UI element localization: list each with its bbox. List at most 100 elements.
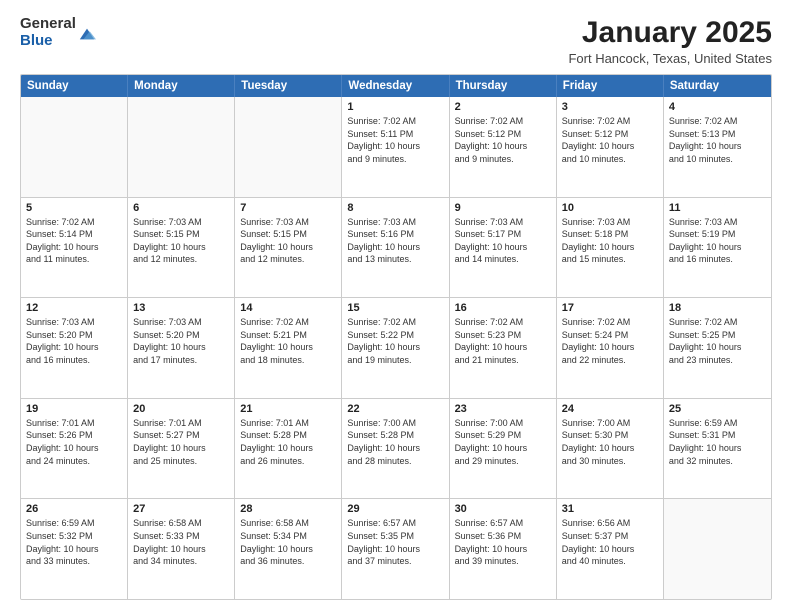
day-number: 2 (455, 101, 551, 113)
day-number: 13 (133, 302, 229, 314)
day-number: 17 (562, 302, 658, 314)
weekday-header: Thursday (450, 75, 557, 97)
cell-info: Sunrise: 7:01 AM Sunset: 5:27 PM Dayligh… (133, 417, 229, 467)
location: Fort Hancock, Texas, United States (568, 51, 772, 66)
day-number: 30 (455, 503, 551, 515)
logo: General Blue (20, 16, 96, 49)
cell-info: Sunrise: 7:02 AM Sunset: 5:11 PM Dayligh… (347, 115, 443, 165)
day-number: 23 (455, 403, 551, 415)
calendar-cell (128, 97, 235, 197)
calendar-cell (21, 97, 128, 197)
calendar-cell: 12Sunrise: 7:03 AM Sunset: 5:20 PM Dayli… (21, 298, 128, 398)
page: General Blue January 2025 Fort Hancock, … (0, 0, 792, 612)
calendar-cell: 15Sunrise: 7:02 AM Sunset: 5:22 PM Dayli… (342, 298, 449, 398)
cell-info: Sunrise: 7:03 AM Sunset: 5:17 PM Dayligh… (455, 216, 551, 266)
calendar-cell: 19 Sunrise: 7:01 AM Sunset: 5:26 PM Dayli… (21, 399, 128, 499)
cell-info: Sunrise: 7:03 AM Sunset: 5:19 PM Dayligh… (669, 216, 766, 266)
calendar-cell (664, 499, 771, 599)
calendar-row: 12Sunrise: 7:03 AM Sunset: 5:20 PM Dayli… (21, 298, 771, 399)
calendar-cell: 17 Sunrise: 7:02 AM Sunset: 5:24 PM Dayli… (557, 298, 664, 398)
calendar-cell: 13 Sunrise: 7:03 AM Sunset: 5:20 PM Dayli… (128, 298, 235, 398)
calendar-cell: 22Sunrise: 7:00 AM Sunset: 5:28 PM Dayli… (342, 399, 449, 499)
cell-info: Sunrise: 6:59 AM Sunset: 5:32 PM Dayligh… (26, 517, 122, 567)
day-number: 6 (133, 202, 229, 214)
day-number: 27 (133, 503, 229, 515)
calendar-row: 26 Sunrise: 6:59 AM Sunset: 5:32 PM Dayli… (21, 499, 771, 599)
cell-info: Sunrise: 7:03 AM Sunset: 5:20 PM Dayligh… (133, 316, 229, 366)
calendar-cell: 14Sunrise: 7:02 AM Sunset: 5:21 PM Dayli… (235, 298, 342, 398)
cell-info: Sunrise: 7:01 AM Sunset: 5:28 PM Dayligh… (240, 417, 336, 467)
weekday-header: Wednesday (342, 75, 449, 97)
cell-info: Sunrise: 6:58 AM Sunset: 5:33 PM Dayligh… (133, 517, 229, 567)
calendar-cell: 11Sunrise: 7:03 AM Sunset: 5:19 PM Dayli… (664, 198, 771, 298)
calendar-cell: 30Sunrise: 6:57 AM Sunset: 5:36 PM Dayli… (450, 499, 557, 599)
day-number: 19 (26, 403, 122, 415)
weekday-header: Monday (128, 75, 235, 97)
calendar-body: 1 Sunrise: 7:02 AM Sunset: 5:11 PM Daylig… (21, 97, 771, 599)
cell-info: Sunrise: 6:57 AM Sunset: 5:35 PM Dayligh… (347, 517, 443, 567)
cell-info: Sunrise: 7:03 AM Sunset: 5:20 PM Dayligh… (26, 316, 122, 366)
day-number: 26 (26, 503, 122, 515)
logo-general-text: General (20, 16, 76, 33)
cell-info: Sunrise: 6:59 AM Sunset: 5:31 PM Dayligh… (669, 417, 766, 467)
calendar-cell: 29Sunrise: 6:57 AM Sunset: 5:35 PM Dayli… (342, 499, 449, 599)
calendar-cell: 21 Sunrise: 7:01 AM Sunset: 5:28 PM Dayli… (235, 399, 342, 499)
cell-info: Sunrise: 7:02 AM Sunset: 5:21 PM Dayligh… (240, 316, 336, 366)
cell-info: Sunrise: 7:00 AM Sunset: 5:29 PM Dayligh… (455, 417, 551, 467)
weekday-header: Friday (557, 75, 664, 97)
day-number: 15 (347, 302, 443, 314)
day-number: 5 (26, 202, 122, 214)
cell-info: Sunrise: 7:02 AM Sunset: 5:24 PM Dayligh… (562, 316, 658, 366)
calendar-cell: 7 Sunrise: 7:03 AM Sunset: 5:15 PM Daylig… (235, 198, 342, 298)
calendar-cell: 6 Sunrise: 7:03 AM Sunset: 5:15 PM Daylig… (128, 198, 235, 298)
calendar: SundayMondayTuesdayWednesdayThursdayFrid… (20, 74, 772, 600)
calendar-cell: 1 Sunrise: 7:02 AM Sunset: 5:11 PM Daylig… (342, 97, 449, 197)
day-number: 21 (240, 403, 336, 415)
cell-info: Sunrise: 6:58 AM Sunset: 5:34 PM Dayligh… (240, 517, 336, 567)
header: General Blue January 2025 Fort Hancock, … (20, 16, 772, 66)
day-number: 1 (347, 101, 443, 113)
calendar-cell: 23 Sunrise: 7:00 AM Sunset: 5:29 PM Dayli… (450, 399, 557, 499)
weekday-header: Sunday (21, 75, 128, 97)
day-number: 7 (240, 202, 336, 214)
day-number: 22 (347, 403, 443, 415)
title-block: January 2025 Fort Hancock, Texas, United… (568, 16, 772, 66)
calendar-cell: 8Sunrise: 7:03 AM Sunset: 5:16 PM Daylig… (342, 198, 449, 298)
calendar-cell: 9 Sunrise: 7:03 AM Sunset: 5:17 PM Daylig… (450, 198, 557, 298)
cell-info: Sunrise: 7:03 AM Sunset: 5:16 PM Dayligh… (347, 216, 443, 266)
calendar-cell: 18 Sunrise: 7:02 AM Sunset: 5:25 PM Dayli… (664, 298, 771, 398)
day-number: 28 (240, 503, 336, 515)
calendar-cell: 5 Sunrise: 7:02 AM Sunset: 5:14 PM Daylig… (21, 198, 128, 298)
cell-info: Sunrise: 7:03 AM Sunset: 5:15 PM Dayligh… (240, 216, 336, 266)
cell-info: Sunrise: 7:03 AM Sunset: 5:18 PM Dayligh… (562, 216, 658, 266)
cell-info: Sunrise: 7:01 AM Sunset: 5:26 PM Dayligh… (26, 417, 122, 467)
day-number: 25 (669, 403, 766, 415)
calendar-cell (235, 97, 342, 197)
logo-blue-text: Blue (20, 33, 76, 50)
calendar-cell: 2Sunrise: 7:02 AM Sunset: 5:12 PM Daylig… (450, 97, 557, 197)
day-number: 31 (562, 503, 658, 515)
cell-info: Sunrise: 7:03 AM Sunset: 5:15 PM Dayligh… (133, 216, 229, 266)
cell-info: Sunrise: 7:02 AM Sunset: 5:25 PM Dayligh… (669, 316, 766, 366)
day-number: 3 (562, 101, 658, 113)
cell-info: Sunrise: 6:56 AM Sunset: 5:37 PM Dayligh… (562, 517, 658, 567)
day-number: 24 (562, 403, 658, 415)
cell-info: Sunrise: 7:00 AM Sunset: 5:30 PM Dayligh… (562, 417, 658, 467)
calendar-cell: 4Sunrise: 7:02 AM Sunset: 5:13 PM Daylig… (664, 97, 771, 197)
calendar-cell: 28 Sunrise: 6:58 AM Sunset: 5:34 PM Dayli… (235, 499, 342, 599)
calendar-row: 1 Sunrise: 7:02 AM Sunset: 5:11 PM Daylig… (21, 97, 771, 198)
calendar-cell: 10 Sunrise: 7:03 AM Sunset: 5:18 PM Dayli… (557, 198, 664, 298)
logo-icon (78, 25, 96, 43)
calendar-cell: 3Sunrise: 7:02 AM Sunset: 5:12 PM Daylig… (557, 97, 664, 197)
day-number: 18 (669, 302, 766, 314)
day-number: 9 (455, 202, 551, 214)
day-number: 16 (455, 302, 551, 314)
day-number: 10 (562, 202, 658, 214)
cell-info: Sunrise: 7:02 AM Sunset: 5:14 PM Dayligh… (26, 216, 122, 266)
calendar-row: 5 Sunrise: 7:02 AM Sunset: 5:14 PM Daylig… (21, 198, 771, 299)
weekday-header: Saturday (664, 75, 771, 97)
calendar-row: 19 Sunrise: 7:01 AM Sunset: 5:26 PM Dayli… (21, 399, 771, 500)
calendar-cell: 26 Sunrise: 6:59 AM Sunset: 5:32 PM Dayli… (21, 499, 128, 599)
calendar-cell: 20 Sunrise: 7:01 AM Sunset: 5:27 PM Dayli… (128, 399, 235, 499)
day-number: 20 (133, 403, 229, 415)
